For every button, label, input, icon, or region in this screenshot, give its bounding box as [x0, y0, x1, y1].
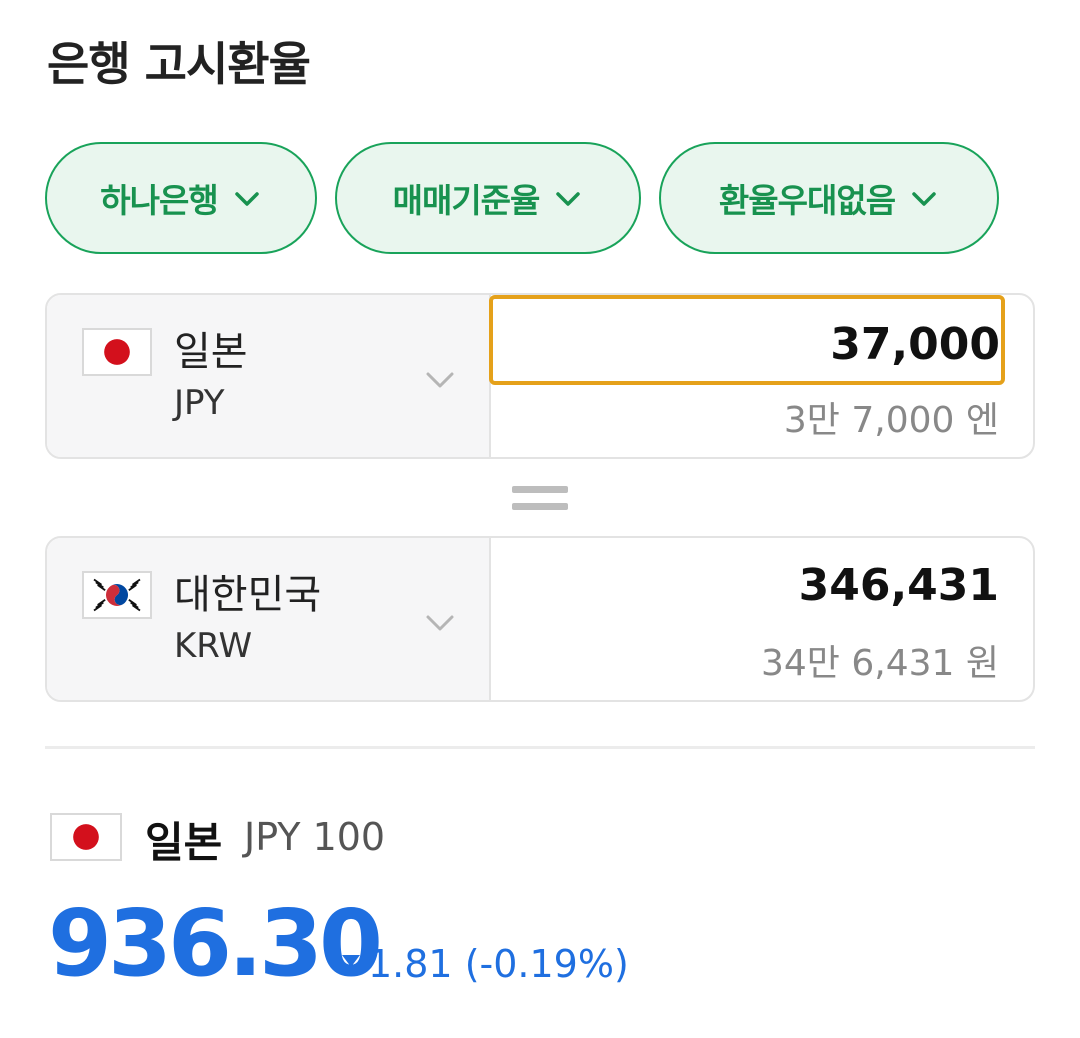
page-title: 은행 고시환율	[47, 37, 311, 91]
rate-change: 1.81 (-0.19%)	[342, 942, 629, 986]
from-amount-value: 37,000	[830, 319, 1000, 370]
exchange-rate-value: 936.30	[48, 890, 383, 997]
rate-header: 일본 JPY 100	[50, 813, 385, 867]
chevron-down-icon	[909, 183, 939, 213]
rate-country-name: 일본	[145, 818, 223, 867]
rate-type-filter-chip[interactable]: 매매기준율	[335, 142, 641, 254]
section-divider	[45, 746, 1035, 749]
to-currency-selector[interactable]: 대한민국 KRW	[47, 538, 491, 700]
from-currency-code: JPY	[174, 383, 225, 423]
equals-icon	[512, 484, 568, 512]
rate-unit: JPY 100	[244, 815, 386, 859]
triangle-down-icon	[342, 954, 360, 967]
to-currency-card: 대한민국 KRW 346,431 34만 6,431 원	[45, 536, 1035, 702]
from-currency-card: 일본 JPY 37,000 3만 7,000 엔	[45, 293, 1035, 459]
from-country-name: 일본	[174, 329, 248, 375]
to-currency-code: KRW	[174, 626, 253, 666]
to-amount-value[interactable]: 346,431	[799, 560, 999, 611]
from-currency-selector[interactable]: 일본 JPY	[47, 295, 491, 457]
chevron-down-icon	[553, 183, 583, 213]
chevron-down-icon	[423, 606, 457, 640]
rate-change-text: 1.81 (-0.19%)	[368, 942, 629, 986]
to-country-name: 대한민국	[174, 572, 322, 618]
korea-flag-icon	[82, 571, 152, 619]
chevron-down-icon	[423, 363, 457, 397]
japan-flag-icon	[50, 813, 122, 861]
preferential-rate-filter-chip[interactable]: 환율우대없음	[659, 142, 999, 254]
to-amount-korean-text: 34만 6,431 원	[761, 643, 999, 684]
bank-filter-chip[interactable]: 하나은행	[45, 142, 317, 254]
exchange-rate-widget: 은행 고시환율 하나은행 매매기준율 환율우대없음 일본 JPY 37,000 …	[0, 0, 1080, 1038]
bank-filter-label: 하나은행	[100, 181, 218, 220]
chevron-down-icon	[232, 183, 262, 213]
preferential-rate-filter-label: 환율우대없음	[718, 181, 896, 220]
rate-type-filter-label: 매매기준율	[392, 181, 541, 220]
from-amount-korean-text: 3만 7,000 엔	[783, 400, 999, 441]
japan-flag-icon	[82, 328, 152, 376]
